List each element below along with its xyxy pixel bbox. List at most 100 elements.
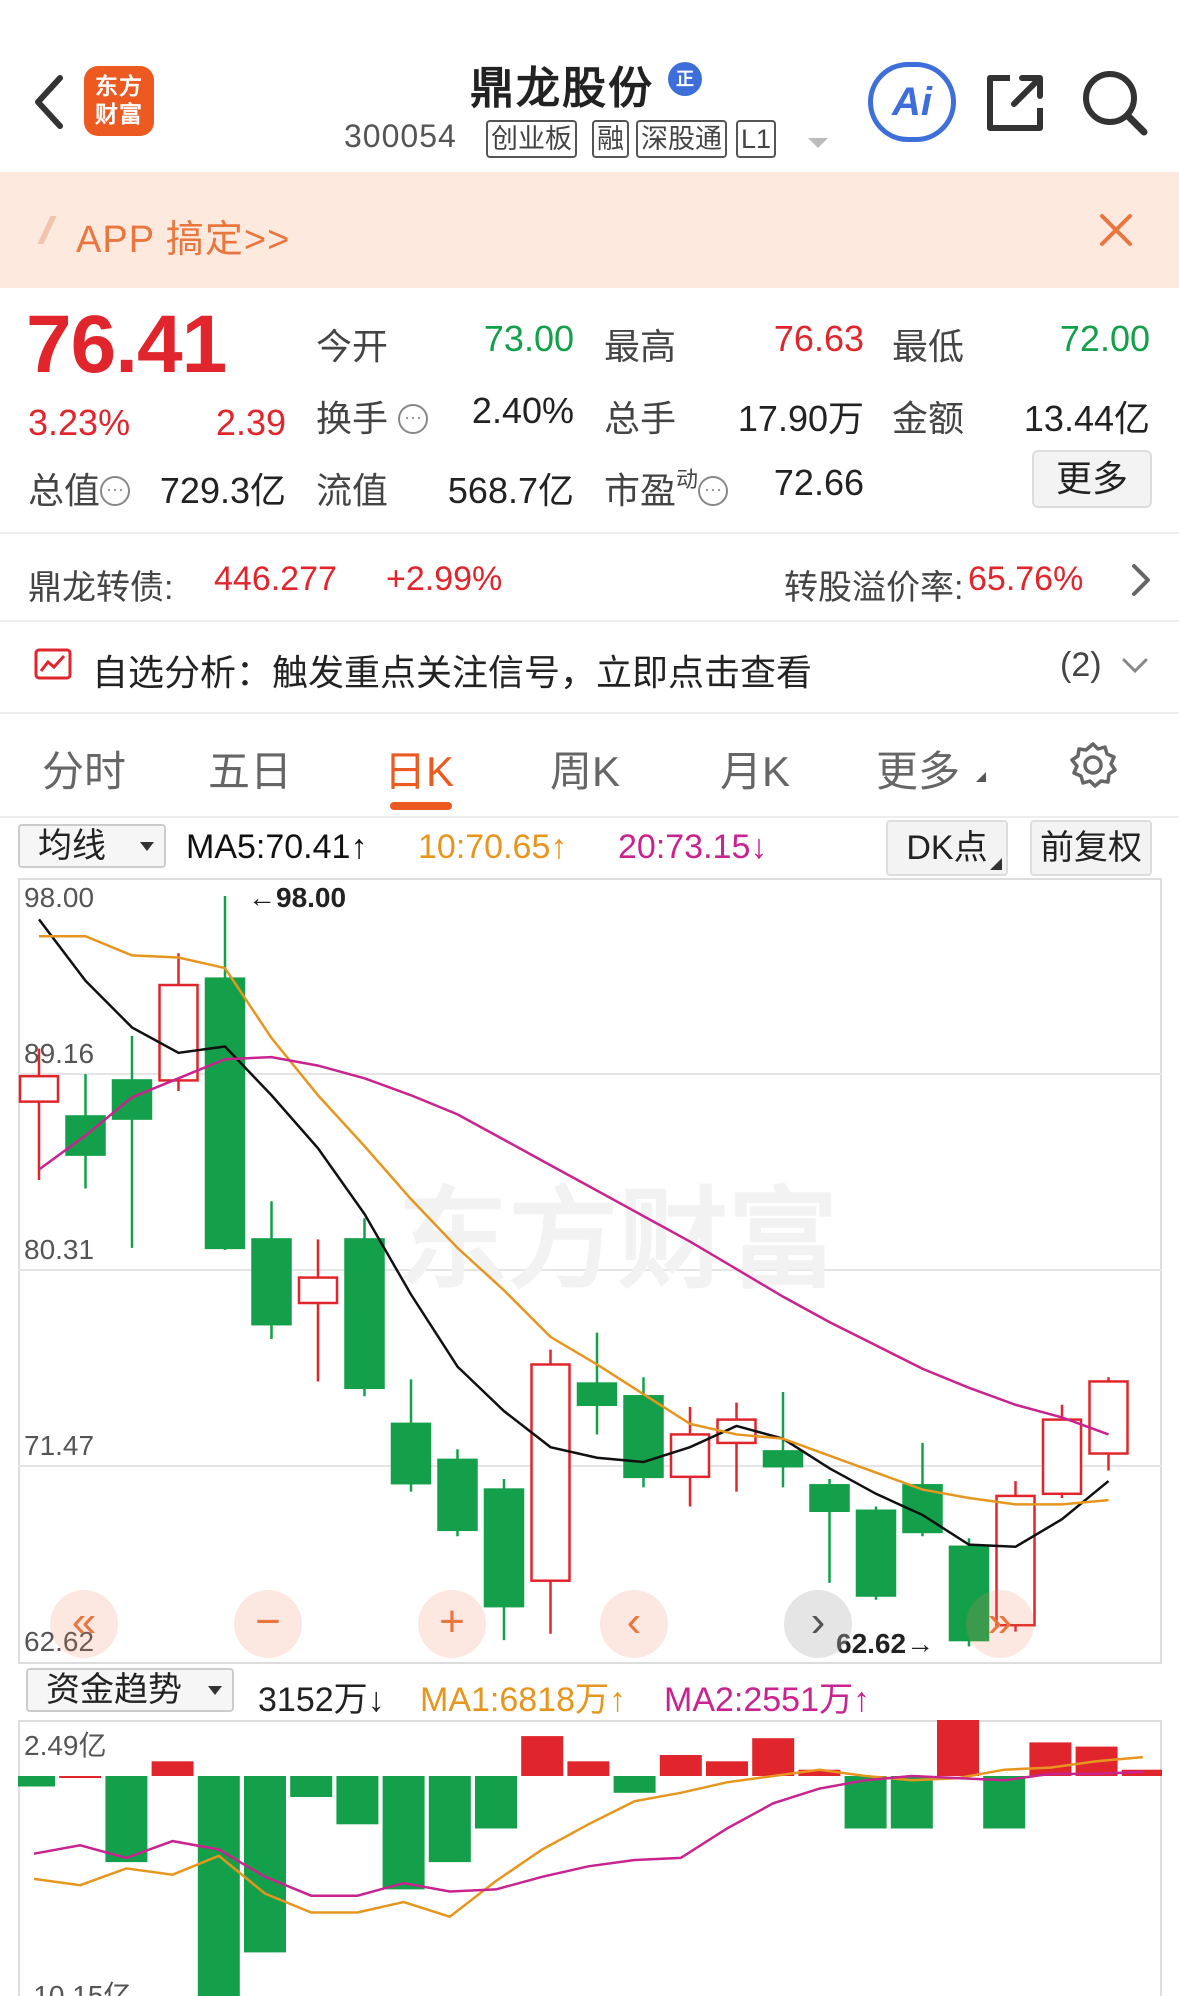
candle-body	[344, 1238, 385, 1390]
candle-body	[158, 983, 199, 1082]
candle-body	[204, 977, 246, 1250]
tab-more-triangle	[976, 772, 986, 782]
watch-analysis-text[interactable]: 自选分析：触发重点关注信号，立即点击查看	[92, 644, 812, 696]
pe-label: 市盈动 ···	[604, 462, 729, 514]
fund-ma2: MA2:2551万↑	[664, 1681, 870, 1719]
high-price-marker: ←98.00	[248, 882, 347, 913]
scroll-right-icon[interactable]: ›	[784, 1590, 852, 1658]
candle-body	[297, 1276, 339, 1305]
candle-body	[855, 1509, 897, 1597]
high-label: 最高	[604, 326, 677, 367]
scroll-right-fast-icon[interactable]: »	[966, 1590, 1034, 1658]
volume-value: 17.90万	[737, 398, 864, 439]
candle-body	[437, 1458, 478, 1532]
market-cap-label: 总值 ···	[28, 462, 131, 514]
eastmoney-logo: 东方 财富	[84, 66, 154, 136]
fund-bar	[382, 1776, 425, 1890]
zoom-in-icon[interactable]: +	[418, 1590, 486, 1658]
stock-code: 300054	[344, 118, 457, 154]
fund-bar	[336, 1776, 379, 1825]
divider	[0, 532, 1179, 534]
dk-point-button[interactable]: DK点	[886, 820, 1008, 876]
tab-monthly-k[interactable]: 月K	[720, 738, 790, 799]
info-icon[interactable]: ···	[698, 476, 729, 506]
back-arrow-icon[interactable]	[30, 72, 70, 132]
fund-bar	[659, 1755, 702, 1776]
open-label: 今开	[316, 326, 389, 367]
promo-banner[interactable]: APP 搞定>>	[0, 172, 1179, 288]
bond-change: +2.99%	[386, 560, 503, 598]
fund-bar	[428, 1776, 471, 1863]
bond-label: 鼎龙转债:	[28, 569, 174, 607]
dropdown-triangle-icon	[208, 1686, 222, 1695]
fund-bar	[890, 1776, 933, 1829]
close-icon[interactable]	[1098, 212, 1134, 248]
gear-icon[interactable]	[1068, 740, 1118, 790]
fund-bar	[105, 1776, 148, 1863]
candle-body	[483, 1488, 525, 1608]
fund-bar	[59, 1776, 102, 1778]
y-axis-label-4: 71.47	[24, 1430, 95, 1461]
candle-body	[623, 1395, 664, 1479]
kline-chart[interactable]: 东方财富	[18, 878, 1162, 1664]
pe-value: 72.66	[773, 462, 864, 503]
ai-assistant-button[interactable]: Ai	[868, 62, 956, 142]
tab-five-day[interactable]: 五日	[208, 738, 292, 799]
tab-more[interactable]: 更多	[876, 738, 960, 799]
tab-daily-k[interactable]: 日K	[384, 738, 454, 799]
candle-body	[390, 1422, 432, 1485]
candle-body	[1041, 1418, 1083, 1496]
fund-bar	[244, 1776, 286, 1953]
info-icon[interactable]: ···	[398, 404, 429, 434]
candle-body	[18, 1074, 60, 1103]
fund-value: 3152万↓	[258, 1681, 385, 1719]
banner-text: APP 搞定>>	[76, 219, 291, 261]
info-icon[interactable]: ···	[100, 476, 131, 506]
share-icon[interactable]	[984, 70, 1048, 134]
stock-name: 鼎龙股份	[470, 64, 654, 113]
high-value: 76.63	[773, 318, 864, 359]
scroll-left-icon[interactable]: ‹	[600, 1590, 668, 1658]
candle-body	[809, 1484, 850, 1513]
fund-axis-bottom: -10.15亿	[24, 1980, 132, 1996]
y-axis-label-2: 89.16	[24, 1038, 95, 1069]
tab-intraday[interactable]: 分时	[42, 738, 126, 799]
divider	[0, 712, 1179, 714]
candle-body	[762, 1450, 804, 1468]
fund-ma1: MA1:6818万↑	[420, 1681, 626, 1719]
divider	[0, 620, 1179, 622]
fund-bar	[151, 1761, 194, 1776]
amount-label: 金额	[892, 398, 965, 439]
zheng-badge: 正	[668, 62, 702, 96]
ma10-label: 10:70.65↑	[418, 828, 568, 866]
zoom-out-icon[interactable]: −	[234, 1590, 302, 1658]
scroll-left-fast-icon[interactable]: «	[50, 1590, 118, 1658]
chevron-right-icon[interactable]	[1128, 562, 1152, 598]
fund-bar	[290, 1776, 333, 1797]
fund-bar	[937, 1720, 979, 1776]
chevron-down-icon[interactable]	[808, 138, 828, 148]
tab-weekly-k[interactable]: 周K	[550, 738, 620, 799]
open-value: 73.00	[483, 318, 574, 359]
fund-bar	[1029, 1742, 1072, 1776]
search-icon[interactable]	[1080, 68, 1150, 138]
dropdown-triangle-icon	[140, 842, 154, 851]
analysis-chart-icon	[34, 648, 72, 680]
ma5-label: MA5:70.41↑	[186, 828, 368, 866]
fund-trend-chart[interactable]	[18, 1720, 1162, 1996]
float-cap-label: 流值	[316, 470, 389, 511]
fund-bar	[706, 1761, 748, 1776]
fund-bar	[983, 1776, 1026, 1829]
chevron-down-icon[interactable]	[1120, 656, 1150, 676]
header: 东方 财富 鼎龙股份 正 300054 创业板 融 深股通 L1 Ai	[0, 0, 1179, 170]
bond-premium-value: 65.76%	[968, 560, 1084, 598]
corner-triangle	[990, 858, 1002, 870]
adjust-button[interactable]: 前复权	[1030, 820, 1152, 876]
active-tab-indicator	[390, 802, 452, 810]
fund-bar	[521, 1736, 564, 1776]
divider	[0, 816, 1179, 818]
more-quote-button[interactable]: 更多	[1032, 450, 1152, 508]
low-value: 72.00	[1059, 318, 1150, 359]
indicator-dropdown[interactable]: 均线	[18, 824, 166, 868]
fund-indicator-dropdown[interactable]: 资金趋势	[26, 1668, 234, 1712]
